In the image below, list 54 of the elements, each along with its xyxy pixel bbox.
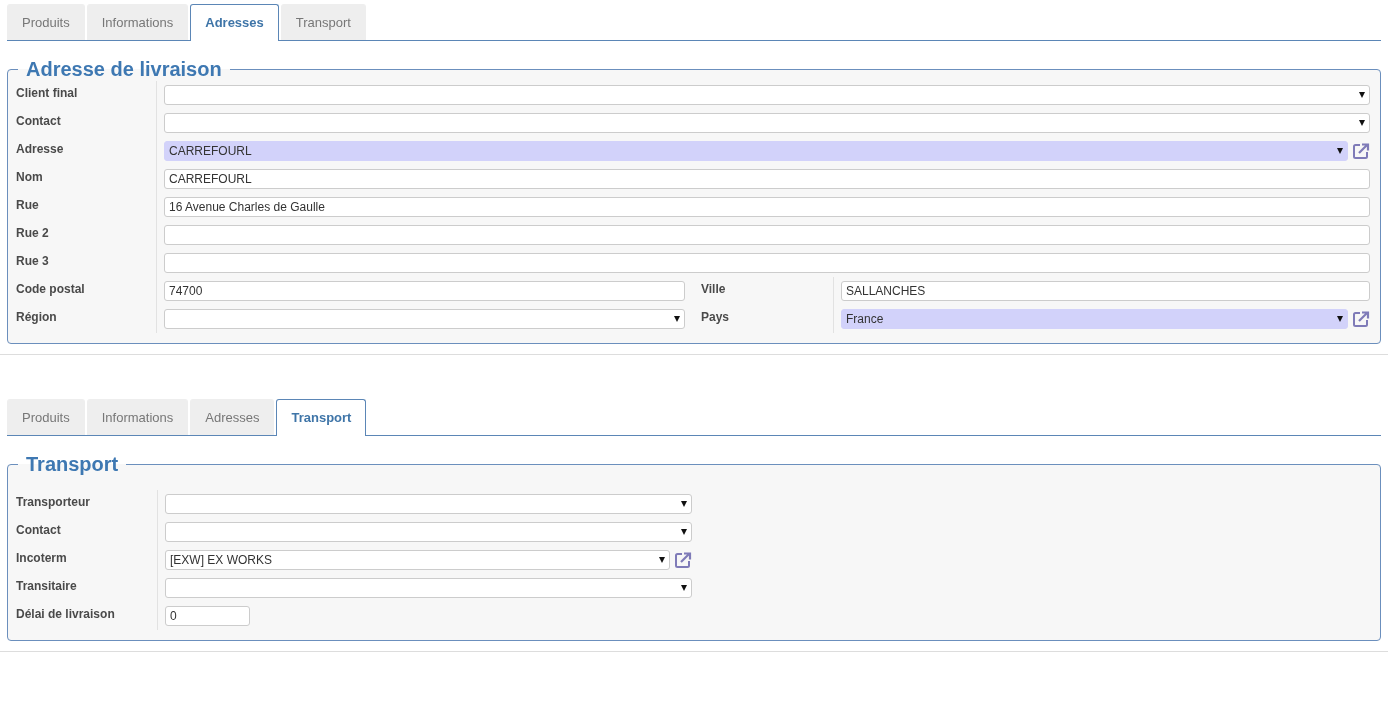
field-label: Délai de livraison (16, 607, 115, 621)
tab[interactable]: Transport (276, 399, 367, 436)
caret-icon (659, 557, 665, 563)
field-label: Contact (16, 114, 61, 128)
select-field[interactable] (164, 309, 685, 329)
tab[interactable]: Transport (280, 4, 366, 40)
select-field[interactable]: [EXW] EX WORKS (165, 550, 670, 570)
caret-icon (1359, 120, 1365, 126)
field-label: Rue (16, 198, 39, 212)
external-link-icon[interactable] (1352, 142, 1370, 160)
field-label: Pays (701, 310, 730, 324)
external-link-icon[interactable] (674, 551, 692, 569)
select-field[interactable] (164, 113, 1370, 133)
field-label: Région (16, 310, 57, 324)
section-title: Adresse de livraison (25, 58, 223, 81)
section-title: Transport (25, 453, 120, 476)
select-field[interactable] (165, 522, 692, 542)
tab[interactable]: Produits (7, 4, 85, 40)
text-field[interactable] (164, 253, 1370, 273)
caret-icon (681, 529, 687, 535)
select-field[interactable]: France (841, 309, 1348, 329)
field-label: Rue 3 (16, 254, 49, 268)
caret-icon (1337, 148, 1343, 154)
field-label: Adresse (16, 142, 64, 156)
caret-icon (681, 501, 687, 507)
select-field[interactable] (165, 494, 692, 514)
field-label: Contact (16, 523, 61, 537)
field-label: Incoterm (16, 551, 67, 565)
field-label: Code postal (16, 282, 85, 296)
select-field[interactable]: CARREFOURL (164, 141, 1348, 161)
tab[interactable]: Informations (86, 399, 189, 435)
field-label: Transitaire (16, 579, 77, 593)
text-field[interactable]: CARREFOURL (164, 169, 1370, 189)
tab[interactable]: Adresses (190, 4, 279, 41)
caret-icon (1337, 316, 1343, 322)
caret-icon (1359, 92, 1365, 98)
field-label: Transporteur (16, 495, 90, 509)
field-label: Nom (16, 170, 43, 184)
text-field[interactable]: SALLANCHES (841, 281, 1370, 301)
text-field[interactable] (164, 225, 1370, 245)
field-label: Client final (16, 86, 78, 100)
tab[interactable]: Produits (7, 399, 85, 435)
tab[interactable]: Informations (86, 4, 189, 40)
text-field[interactable]: 74700 (164, 281, 685, 301)
field-label: Ville (701, 282, 726, 296)
field-label: Rue 2 (16, 226, 49, 240)
tab[interactable]: Adresses (190, 399, 275, 435)
caret-icon (674, 316, 680, 322)
number-field[interactable]: 0 (165, 606, 250, 626)
caret-icon (681, 585, 687, 591)
text-field[interactable]: 16 Avenue Charles de Gaulle (164, 197, 1370, 217)
select-field[interactable] (165, 578, 692, 598)
select-field[interactable] (164, 85, 1370, 105)
external-link-icon[interactable] (1352, 310, 1370, 328)
